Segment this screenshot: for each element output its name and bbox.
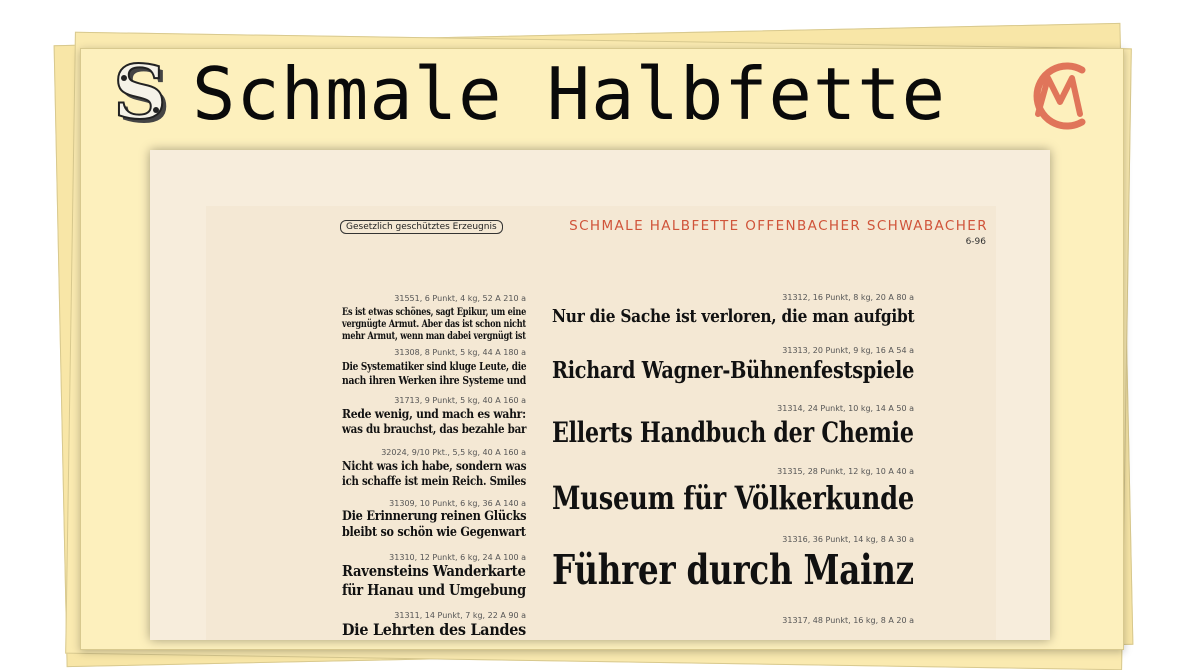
sample-line: ich schaffe ist mein Reich. Smiles: [342, 473, 527, 488]
sample-meta: 31313, 20 Punkt, 9 kg, 16 A 54 a: [782, 346, 914, 355]
sample-meta: 31551, 6 Punkt, 4 kg, 52 A 210 a: [394, 294, 526, 303]
sample-meta: 32024, 9/10 Pkt., 5,5 kg, 40 A 160 a: [381, 448, 526, 457]
specimen-scan: Gesetzlich geschütztes Erzeugnis SCHMALE…: [150, 150, 1050, 640]
sample-line: was du brauchst, das bezahle bar: [342, 421, 527, 436]
sample-line: Ravensteins Wanderkarte: [342, 562, 526, 580]
sample-meta: 31310, 12 Punkt, 6 kg, 24 A 100 a: [389, 553, 526, 562]
sample-line: Ellerts Handbuch der Chemie: [552, 416, 914, 449]
sample-line: Führer durch Mainz: [552, 546, 914, 594]
svg-text:S: S: [113, 54, 166, 134]
sample-meta: 31308, 8 Punkt, 5 kg, 44 A 180 a: [394, 348, 526, 357]
sample-line: Die Erinnerung reinen Glücks: [342, 509, 527, 524]
sample-line: Die Systematiker sind kluge Leute, die: [342, 359, 527, 373]
sample-line: Museum für Völkerkunde: [552, 479, 914, 517]
specimen-title: SCHMALE HALBFETTE OFFENBACHER SCHWABACHE…: [569, 218, 988, 234]
sample-line: Nicht was ich habe, sondern was: [342, 458, 527, 473]
ornamental-s-initial-icon: S S: [112, 54, 170, 134]
sample-line: Nur die Sache ist verloren, die man aufg…: [552, 306, 915, 327]
sample-line: mehr Armut, wenn man dabei vergnügt ist: [342, 330, 526, 342]
sample-line: vergnügte Armut. Aber das ist schon nich…: [342, 318, 526, 330]
sample-line: für Hanau und Umgebung: [342, 581, 526, 599]
sample-meta: 31312, 16 Punkt, 8 kg, 20 A 80 a: [782, 293, 914, 302]
sample-meta: 31316, 36 Punkt, 14 kg, 8 A 30 a: [782, 535, 914, 544]
sample-meta: 31314, 24 Punkt, 10 kg, 14 A 50 a: [777, 404, 914, 413]
sample-line: nach ihren Werken ihre Systeme und: [342, 373, 526, 387]
sample-meta: 31713, 9 Punkt, 5 kg, 40 A 160 a: [394, 396, 526, 405]
sample-line: Rede wenig, und mach es wahr:: [342, 406, 526, 421]
sample-line: Die Lehrten des Landes: [342, 620, 526, 639]
page-title: Schmale Halbfette: [192, 52, 946, 136]
cm-monogram-icon: [1033, 62, 1086, 130]
sample-line: Richard Wagner-Bühnenfestspiele: [552, 357, 915, 384]
sample-meta: 31317, 48 Punkt, 16 kg, 8 A 20 a: [782, 616, 914, 625]
sample-line: bleibt so schön wie Gegenwart: [342, 525, 526, 540]
sample-line: Es ist etwas schönes, sagt Epikur, um ei…: [342, 306, 527, 318]
sample-meta: 31311, 14 Punkt, 7 kg, 22 A 90 a: [394, 611, 526, 620]
sample-meta: 31315, 28 Punkt, 12 kg, 10 A 40 a: [777, 467, 914, 476]
sheet-number: 6-96: [965, 237, 986, 247]
protected-product-tag: Gesetzlich geschütztes Erzeugnis: [340, 220, 503, 234]
sample-meta: 31309, 10 Punkt, 6 kg, 36 A 140 a: [389, 499, 526, 508]
